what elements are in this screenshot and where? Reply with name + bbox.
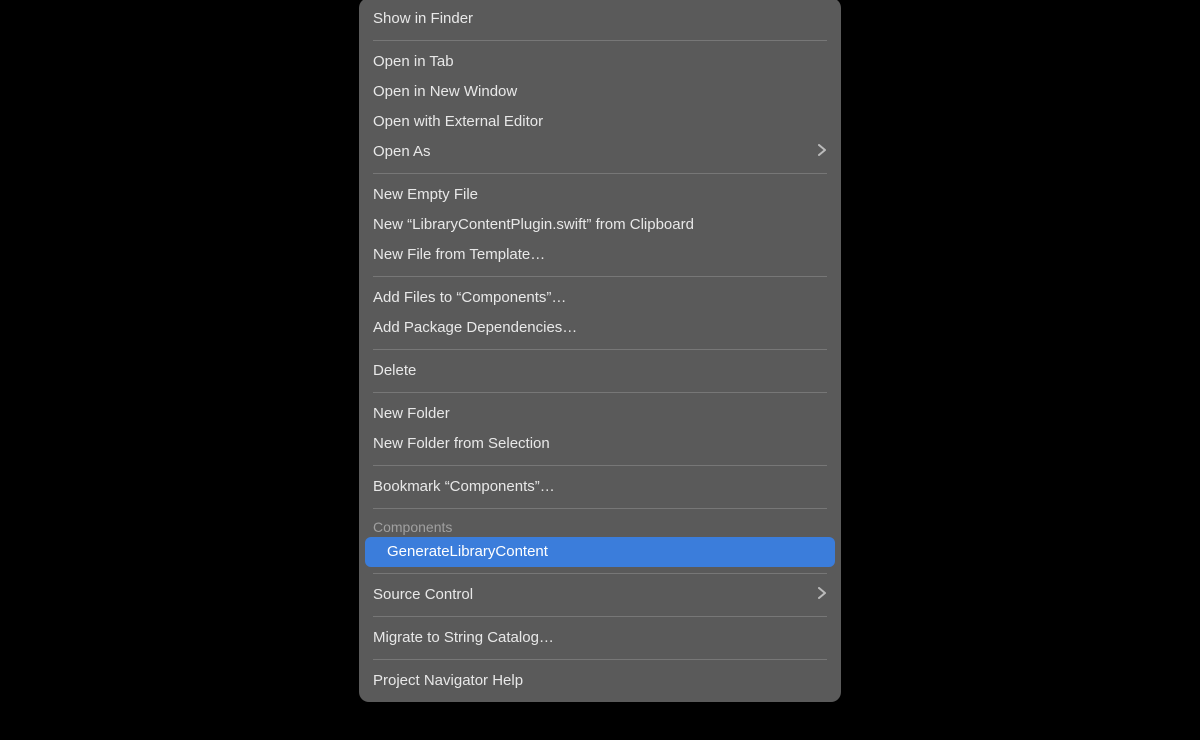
menu-item-show-in-finder[interactable]: Show in Finder	[359, 4, 841, 34]
menu-separator	[373, 659, 827, 660]
menu-item-new-folder-from-selection[interactable]: New Folder from Selection	[359, 429, 841, 459]
menu-item-label: Delete	[373, 360, 416, 382]
menu-item-label: Migrate to String Catalog…	[373, 627, 554, 649]
menu-item-new-file-from-template[interactable]: New File from Template…	[359, 240, 841, 270]
menu-item-generate-library-content[interactable]: GenerateLibraryContent	[365, 537, 835, 567]
menu-separator	[373, 276, 827, 277]
menu-item-label: New Empty File	[373, 184, 478, 206]
menu-item-label: Open in New Window	[373, 81, 517, 103]
menu-separator	[373, 508, 827, 509]
chevron-right-icon	[818, 141, 827, 163]
menu-item-open-in-tab[interactable]: Open in Tab	[359, 47, 841, 77]
menu-item-open-as[interactable]: Open As	[359, 137, 841, 167]
menu-item-new-empty-file[interactable]: New Empty File	[359, 180, 841, 210]
menu-item-label: Open with External Editor	[373, 111, 543, 133]
menu-item-label: Add Package Dependencies…	[373, 317, 577, 339]
menu-separator	[373, 465, 827, 466]
menu-item-add-files[interactable]: Add Files to “Components”…	[359, 283, 841, 313]
menu-item-add-package-dependencies[interactable]: Add Package Dependencies…	[359, 313, 841, 343]
menu-item-label: Source Control	[373, 584, 473, 606]
menu-item-label: New Folder from Selection	[373, 433, 550, 455]
context-menu: Show in Finder Open in Tab Open in New W…	[359, 0, 841, 702]
menu-item-migrate-string-catalog[interactable]: Migrate to String Catalog…	[359, 623, 841, 653]
menu-item-open-in-new-window[interactable]: Open in New Window	[359, 77, 841, 107]
menu-item-label: Open in Tab	[373, 51, 454, 73]
menu-item-delete[interactable]: Delete	[359, 356, 841, 386]
menu-item-project-navigator-help[interactable]: Project Navigator Help	[359, 666, 841, 696]
menu-item-bookmark[interactable]: Bookmark “Components”…	[359, 472, 841, 502]
menu-separator	[373, 349, 827, 350]
chevron-right-icon	[818, 584, 827, 606]
section-header-components: Components	[359, 515, 841, 537]
menu-item-new-from-clipboard[interactable]: New “LibraryContentPlugin.swift” from Cl…	[359, 210, 841, 240]
menu-separator	[373, 173, 827, 174]
menu-separator	[373, 392, 827, 393]
menu-item-open-with-external-editor[interactable]: Open with External Editor	[359, 107, 841, 137]
section-header-label: Components	[373, 519, 452, 535]
menu-item-label: Open As	[373, 141, 431, 163]
menu-item-label: New Folder	[373, 403, 450, 425]
menu-item-label: Project Navigator Help	[373, 670, 523, 692]
menu-separator	[373, 40, 827, 41]
menu-item-source-control[interactable]: Source Control	[359, 580, 841, 610]
menu-item-label: GenerateLibraryContent	[387, 543, 548, 560]
menu-item-label: Bookmark “Components”…	[373, 476, 555, 498]
menu-item-label: Show in Finder	[373, 8, 473, 30]
menu-item-label: Add Files to “Components”…	[373, 287, 566, 309]
menu-item-label: New File from Template…	[373, 244, 545, 266]
menu-separator	[373, 616, 827, 617]
menu-item-label: New “LibraryContentPlugin.swift” from Cl…	[373, 214, 694, 236]
menu-separator	[373, 573, 827, 574]
menu-item-new-folder[interactable]: New Folder	[359, 399, 841, 429]
